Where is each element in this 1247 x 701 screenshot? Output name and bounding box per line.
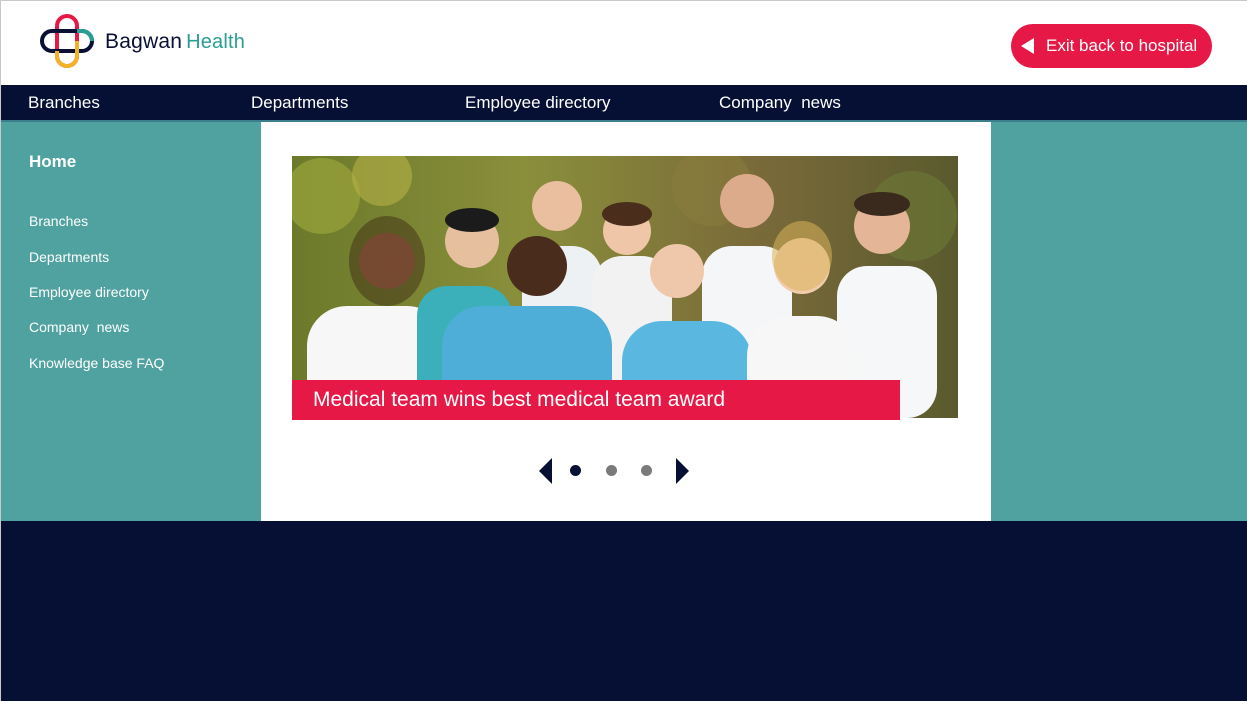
main-content: Medical team wins best medical team awar…: [261, 122, 991, 521]
footer: [1, 521, 1247, 701]
brand-text: Bagwan Health: [105, 31, 245, 52]
right-panel: [991, 122, 1247, 521]
app-frame: Bagwan Health Exit back to hospital Branc…: [0, 0, 1247, 701]
brand-sub: Health: [186, 30, 246, 53]
top-nav: Branches Departments Employee directory …: [1, 85, 1247, 122]
brand-logo[interactable]: Bagwan Health: [39, 13, 245, 69]
chevron-right-icon[interactable]: [676, 458, 689, 484]
sidebar: Home Branches Departments Employee direc…: [1, 122, 261, 521]
interlocked-cross-logo-icon: [40, 14, 94, 68]
exit-back-button[interactable]: Exit back to hospital: [1011, 24, 1212, 68]
carousel-dot-1[interactable]: [570, 465, 581, 476]
brand-name: Bagwan: [105, 29, 183, 53]
chevron-left-icon[interactable]: [539, 458, 552, 484]
sidebar-item-departments[interactable]: Departments: [29, 249, 109, 265]
header: Bagwan Health Exit back to hospital: [1, 1, 1247, 85]
sidebar-item-branches[interactable]: Branches: [29, 213, 88, 229]
sidebar-item-home[interactable]: Home: [29, 152, 76, 172]
sidebar-item-knowledge-base-faq[interactable]: Knowledge base FAQ: [29, 355, 164, 371]
sidebar-item-employee-directory[interactable]: Employee directory: [29, 284, 149, 300]
nav-item-employee-directory[interactable]: Employee directory: [465, 93, 611, 113]
nav-item-company-news[interactable]: Company news: [719, 93, 841, 113]
carousel-dot-2[interactable]: [606, 465, 617, 476]
carousel-caption[interactable]: Medical team wins best medical team awar…: [292, 380, 900, 420]
hero-image: [292, 156, 958, 418]
nav-item-branches[interactable]: Branches: [28, 93, 100, 113]
sidebar-item-company-news[interactable]: Company news: [29, 319, 129, 335]
triangle-left-icon: [1021, 38, 1034, 54]
exit-back-label: Exit back to hospital: [1046, 36, 1198, 55]
medical-team-photo: [292, 156, 958, 418]
carousel-dot-3[interactable]: [641, 465, 652, 476]
nav-item-departments[interactable]: Departments: [251, 93, 348, 113]
